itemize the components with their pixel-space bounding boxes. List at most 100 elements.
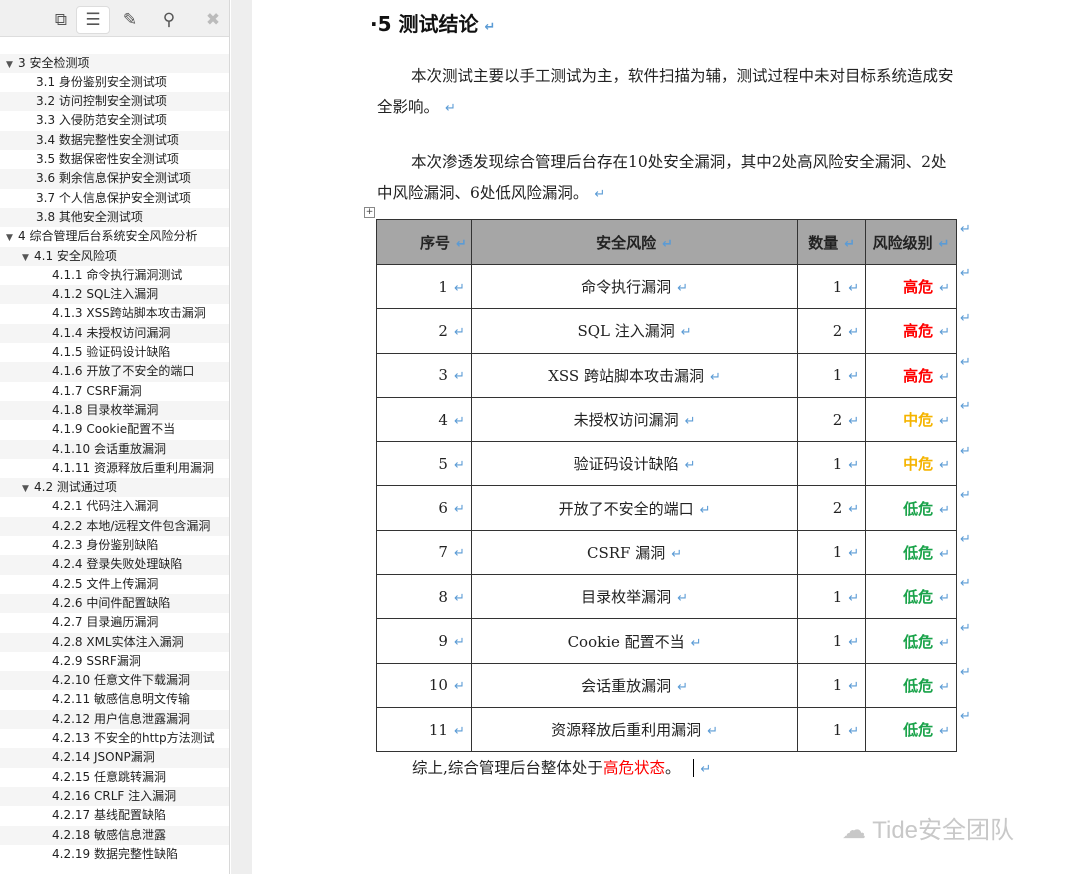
outline-icon[interactable]: ☰ bbox=[76, 6, 110, 34]
paragraph-1: 本次测试主要以手工测试为主，软件扫描为辅，测试过程中未对目标系统造成安全影响。↵ bbox=[377, 61, 957, 124]
row-end-mark: ↵ bbox=[960, 621, 971, 636]
outline-item[interactable]: 4.1.3 XSS跨站脚本攻击漏洞 bbox=[0, 304, 230, 323]
disclosure-triangle-icon[interactable]: ▼ bbox=[6, 229, 18, 248]
outline-item[interactable]: 4.1.6 开放了不安全的端口 bbox=[0, 362, 230, 381]
outline-item[interactable]: 4.2.11 敏感信息明文传输 bbox=[0, 690, 230, 709]
outline-item-label: 4.2.16 CRLF 注入漏洞 bbox=[52, 789, 176, 803]
table-move-handle[interactable]: + bbox=[364, 207, 375, 218]
outline-item[interactable]: 4.2.13 不安全的http方法测试 bbox=[0, 729, 230, 748]
table-cell: 7↵ bbox=[377, 530, 472, 574]
outline-item[interactable]: 4.2.9 SSRF漏洞 bbox=[0, 652, 230, 671]
table-cell: 9↵ bbox=[377, 619, 472, 663]
outline-item[interactable]: 4.2.17 基线配置缺陷 bbox=[0, 806, 230, 825]
outline-item[interactable]: 4.1.4 未授权访问漏洞 bbox=[0, 324, 230, 343]
outline-item[interactable]: 4.2.10 任意文件下载漏洞 bbox=[0, 671, 230, 690]
disclosure-triangle-icon[interactable]: ▼ bbox=[22, 480, 34, 499]
notes-icon[interactable]: ✎ bbox=[113, 6, 147, 34]
table-row: 9↵Cookie 配置不当↵1↵低危↵ bbox=[377, 619, 957, 663]
table-cell: 高危↵ bbox=[866, 353, 957, 397]
table-row: 8↵目录枚举漏洞↵1↵低危↵ bbox=[377, 575, 957, 619]
outline-item[interactable]: 4.2.1 代码注入漏洞 bbox=[0, 497, 230, 516]
outline-item-label: 3.6 剩余信息保护安全测试项 bbox=[36, 171, 191, 185]
outline-item[interactable]: 4.1.11 资源释放后重利用漏洞 bbox=[0, 459, 230, 478]
table-cell: 低危↵ bbox=[866, 707, 957, 751]
table-cell: 3↵ bbox=[377, 353, 472, 397]
table-cell: 验证码设计缺陷↵ bbox=[471, 442, 797, 486]
outline-item-label: 4.1.6 开放了不安全的端口 bbox=[52, 364, 194, 378]
outline-item[interactable]: 4.2.12 用户信息泄露漏洞 bbox=[0, 710, 230, 729]
outline-item[interactable]: 3.8 其他安全测试项 bbox=[0, 208, 230, 227]
row-end-mark: ↵ bbox=[960, 355, 971, 370]
outline-item[interactable]: 4.2.3 身份鉴别缺陷 bbox=[0, 536, 230, 555]
outline-item[interactable]: 4.1.8 目录枚举漏洞 bbox=[0, 401, 230, 420]
row-end-mark: ↵ bbox=[960, 709, 971, 724]
table-cell: 1↵ bbox=[377, 265, 472, 309]
outline-item-label: 3.8 其他安全测试项 bbox=[36, 210, 143, 224]
sidebar-toolbar: ⧉ ☰ ✎ ⚲ ✖ bbox=[0, 0, 229, 37]
table-cell: 低危↵ bbox=[866, 486, 957, 530]
outline-item[interactable]: 4.2.5 文件上传漏洞 bbox=[0, 575, 230, 594]
row-end-mark: ↵ bbox=[960, 311, 971, 326]
table-cell: 11↵ bbox=[377, 707, 472, 751]
wechat-icon: ☁ bbox=[842, 817, 872, 844]
pages-icon[interactable]: ⧉ bbox=[44, 6, 78, 34]
outline-item[interactable]: 3.1 身份鉴别安全测试项 bbox=[0, 73, 230, 92]
document-page: ·5 测试结论↵ 本次测试主要以手工测试为主，软件扫描为辅，测试过程中未对目标系… bbox=[252, 0, 1080, 874]
outline-item[interactable]: ▼4 综合管理后台系统安全风险分析 bbox=[0, 227, 230, 246]
outline-item-label: 4.1.10 会话重放漏洞 bbox=[52, 442, 166, 456]
outline-item[interactable]: 4.2.4 登录失败处理缺陷 bbox=[0, 555, 230, 574]
outline-item[interactable]: 3.3 入侵防范安全测试项 bbox=[0, 111, 230, 130]
outline-item[interactable]: 4.2.14 JSONP漏洞 bbox=[0, 748, 230, 767]
outline-item-label: 4.2.10 任意文件下载漏洞 bbox=[52, 673, 190, 687]
outline-item[interactable]: 3.5 数据保密性安全测试项 bbox=[0, 150, 230, 169]
table-cell: 目录枚举漏洞↵ bbox=[471, 575, 797, 619]
outline-item[interactable]: 4.2.19 数据完整性缺陷 bbox=[0, 845, 230, 864]
table-cell: 1↵ bbox=[798, 575, 866, 619]
table-cell: 10↵ bbox=[377, 663, 472, 707]
table-row: 11↵资源释放后重利用漏洞↵1↵低危↵ bbox=[377, 707, 957, 751]
close-icon[interactable]: ✖ bbox=[198, 6, 228, 34]
outline-item-label: 3.2 访问控制安全测试项 bbox=[36, 94, 167, 108]
outline-item[interactable]: 4.1.9 Cookie配置不当 bbox=[0, 420, 230, 439]
outline-item[interactable]: 3.2 访问控制安全测试项 bbox=[0, 92, 230, 111]
outline-item[interactable]: 4.2.2 本地/远程文件包含漏洞 bbox=[0, 517, 230, 536]
outline-sidebar: ⧉ ☰ ✎ ⚲ ✖ 2.6 风险规避措施▼3 安全检测项3.1 身份鉴别安全测试… bbox=[0, 0, 230, 874]
outline-item-label: 4.2 测试通过项 bbox=[34, 480, 117, 494]
outline-item[interactable]: 3.4 数据完整性安全测试项 bbox=[0, 131, 230, 150]
outline-item[interactable]: 4.2.18 敏感信息泄露 bbox=[0, 826, 230, 845]
row-end-mark: ↵ bbox=[960, 532, 971, 547]
outline-item-label: 4.2.2 本地/远程文件包含漏洞 bbox=[52, 519, 210, 533]
outline-item[interactable]: 4.1.10 会话重放漏洞 bbox=[0, 440, 230, 459]
search-icon[interactable]: ⚲ bbox=[152, 6, 186, 34]
outline-item[interactable]: 4.1.2 SQL注入漏洞 bbox=[0, 285, 230, 304]
outline-item[interactable]: ▼3 安全检测项 bbox=[0, 54, 230, 73]
row-end-mark: ↵ bbox=[960, 399, 971, 414]
outline-item[interactable]: 4.2.6 中间件配置缺陷 bbox=[0, 594, 230, 613]
table-cell: 8↵ bbox=[377, 575, 472, 619]
outline-item[interactable]: 4.1.1 命令执行漏洞测试 bbox=[0, 266, 230, 285]
outline-item[interactable]: ▼4.1 安全风险项 bbox=[0, 247, 230, 266]
outline-item[interactable]: 4.2.8 XML实体注入漏洞 bbox=[0, 633, 230, 652]
table-row: 1↵命令执行漏洞↵1↵高危↵ bbox=[377, 265, 957, 309]
disclosure-triangle-icon[interactable]: ▼ bbox=[22, 249, 34, 268]
table-header-cell: 安全风险↵ bbox=[471, 220, 797, 265]
outline-item[interactable]: 3.7 个人信息保护安全测试项 bbox=[0, 189, 230, 208]
outline-item[interactable]: 4.2.15 任意跳转漏洞 bbox=[0, 768, 230, 787]
outline-item[interactable]: 4.2.7 目录遍历漏洞 bbox=[0, 613, 230, 632]
table-cell: 2↵ bbox=[798, 397, 866, 441]
outline-item-label: 3 安全检测项 bbox=[18, 56, 89, 70]
sidebar-splitter[interactable] bbox=[231, 0, 252, 874]
table-header-cell: 数量↵ bbox=[798, 220, 866, 265]
table-header-cell: 序号↵ bbox=[377, 220, 472, 265]
table-cell: 2↵ bbox=[377, 309, 472, 353]
outline-item[interactable]: 4.2.16 CRLF 注入漏洞 bbox=[0, 787, 230, 806]
table-cell: CSRF 漏洞↵ bbox=[471, 530, 797, 574]
outline-item[interactable]: ▼4.2 测试通过项 bbox=[0, 478, 230, 497]
table-row: 4↵未授权访问漏洞↵2↵中危↵ bbox=[377, 397, 957, 441]
disclosure-triangle-icon[interactable]: ▼ bbox=[6, 56, 18, 75]
table-row: 3↵XSS 跨站脚本攻击漏洞↵1↵高危↵ bbox=[377, 353, 957, 397]
outline-item[interactable]: 3.6 剩余信息保护安全测试项 bbox=[0, 169, 230, 188]
row-end-mark: ↵ bbox=[960, 222, 971, 237]
outline-item[interactable]: 4.1.5 验证码设计缺陷 bbox=[0, 343, 230, 362]
outline-item[interactable]: 4.1.7 CSRF漏洞 bbox=[0, 382, 230, 401]
